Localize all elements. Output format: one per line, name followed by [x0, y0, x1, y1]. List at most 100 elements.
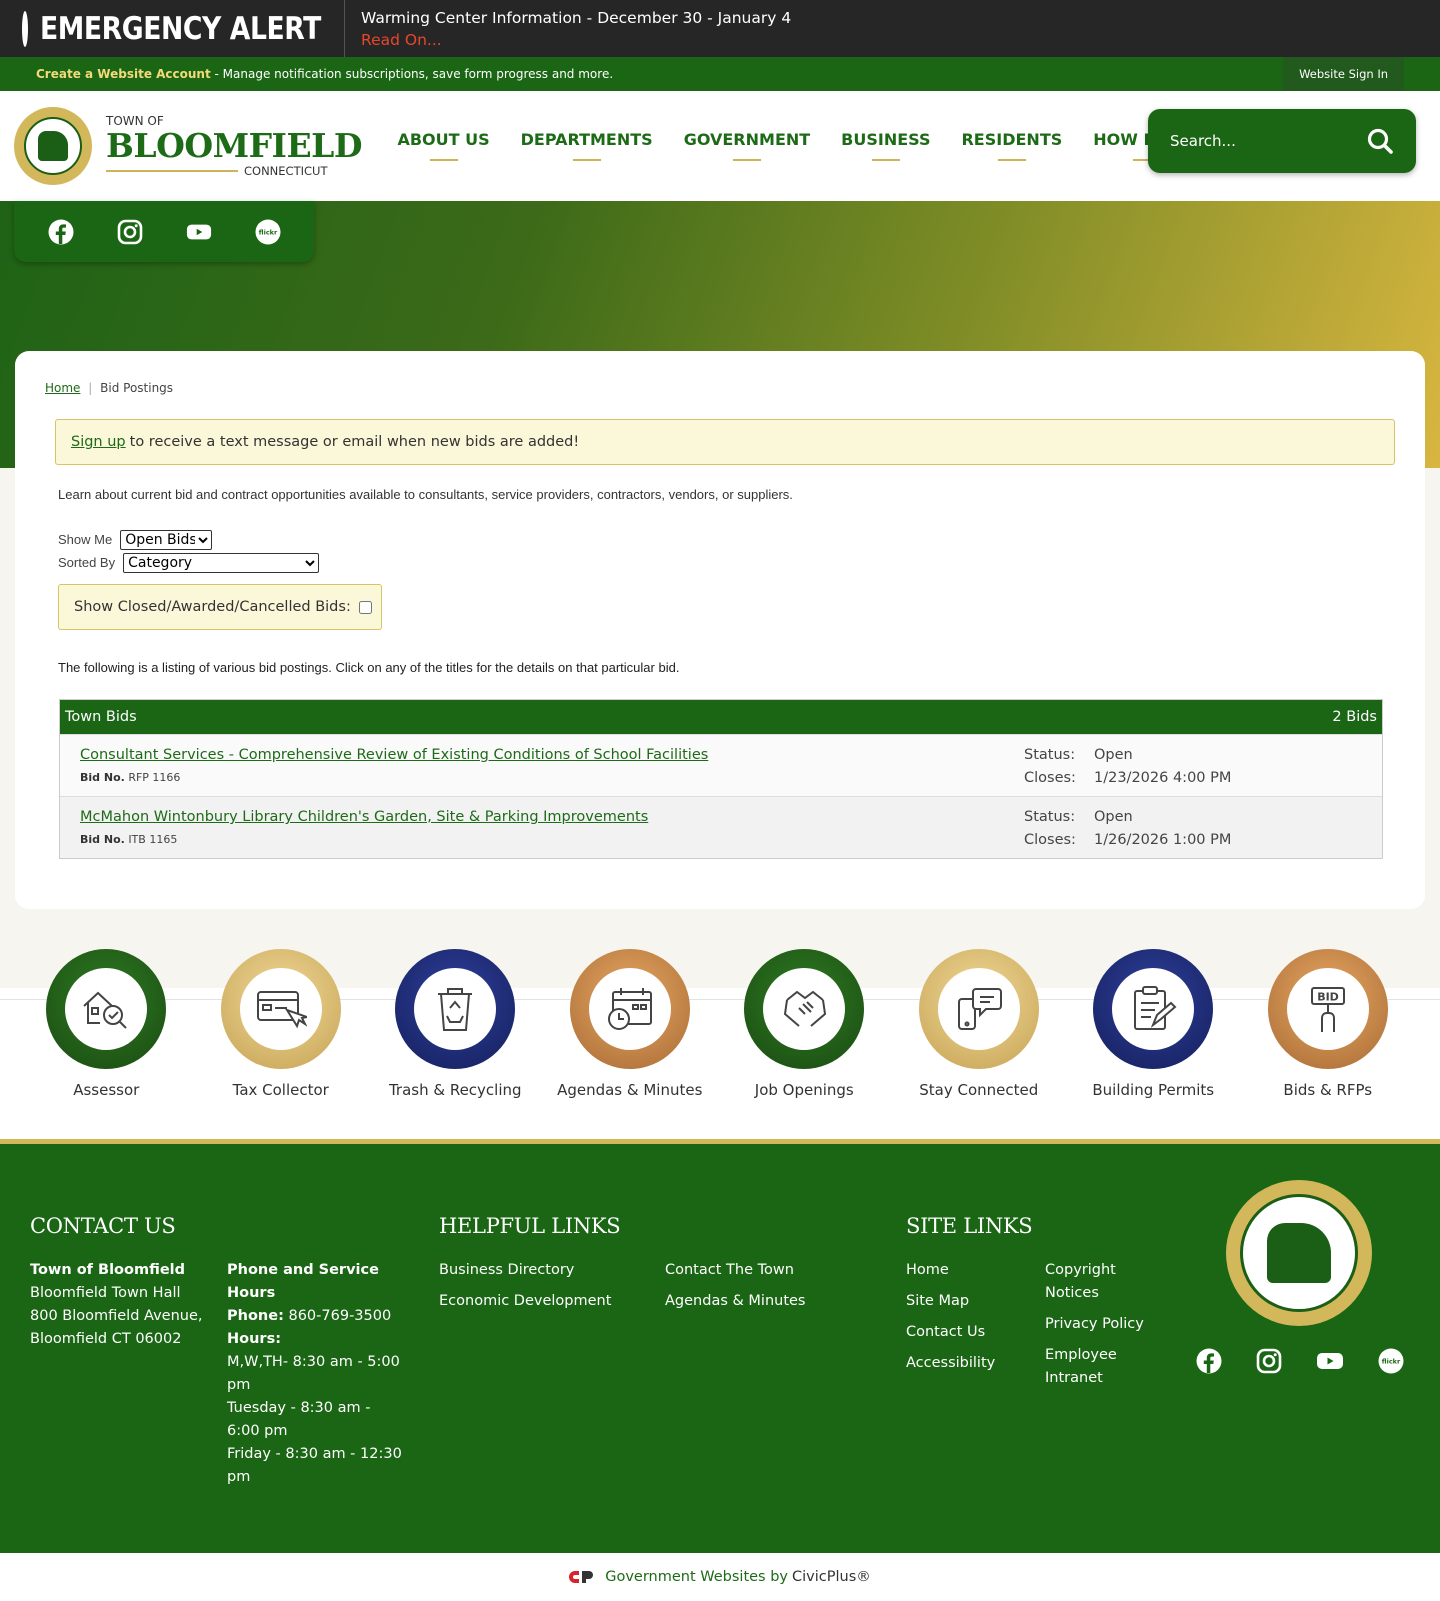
calendar-clock-icon — [607, 988, 652, 1030]
website-sign-in-button[interactable]: Website Sign In — [1283, 57, 1404, 91]
footer-link-employee-intranet[interactable]: Employee Intranet — [1045, 1344, 1155, 1390]
credit-brand[interactable]: CivicPlus® — [792, 1569, 871, 1585]
nav-residents[interactable]: RESIDENTS — [946, 130, 1078, 163]
handshake-icon — [784, 990, 827, 1027]
quick-link-job-openings[interactable]: Job Openings — [717, 949, 892, 1099]
bids-category-title: Town Bids — [65, 709, 137, 725]
footer-link-privacy-policy[interactable]: Privacy Policy — [1045, 1313, 1155, 1336]
footer-address-line: Bloomfield Town Hall — [30, 1285, 181, 1301]
footer-link-accessibility[interactable]: Accessibility — [906, 1352, 995, 1375]
quick-link-label: Building Permits — [1092, 1081, 1215, 1099]
footer-link-agendas-minutes[interactable]: Agendas & Minutes — [665, 1290, 805, 1313]
bid-no-label: Bid No. — [80, 771, 125, 784]
main-content-card: Home | Bid Postings Sign up to receive a… — [15, 351, 1425, 909]
quick-link-bids-rfps[interactable]: BID Bids & RFPs — [1241, 949, 1416, 1099]
sign-up-link[interactable]: Sign up — [71, 434, 126, 450]
footer-flickr-icon[interactable]: flickr — [1378, 1348, 1404, 1374]
quick-link-label: Assessor — [73, 1081, 140, 1099]
bid-number: ITB 1165 — [128, 833, 178, 846]
svg-text:BID: BID — [1317, 991, 1339, 1004]
sorted-by-select[interactable]: Category — [123, 552, 320, 573]
create-account-link[interactable]: Create a Website Account — [36, 67, 211, 81]
footer-address-line: Bloomfield CT 06002 — [30, 1331, 182, 1347]
footer-town-seal-icon — [1226, 1180, 1372, 1326]
footer-link-copyright-notices[interactable]: Copyright Notices — [1045, 1259, 1155, 1305]
quick-link-label: Agendas & Minutes — [557, 1081, 703, 1099]
footer-instagram-icon[interactable] — [1256, 1348, 1282, 1374]
main-nav: ABOUT US DEPARTMENTS GOVERNMENT BUSINESS… — [382, 130, 1216, 163]
footer-link-contact-us[interactable]: Contact Us — [906, 1321, 995, 1344]
site-logo[interactable]: TOWN OF BLOOMFIELD CONNECTICUT — [14, 107, 362, 185]
civicplus-logo-icon — [569, 1571, 594, 1583]
nav-departments[interactable]: DEPARTMENTS — [505, 130, 668, 163]
footer-phone[interactable]: 860-769-3500 — [288, 1308, 391, 1324]
show-me-select[interactable]: Open Bids — [120, 529, 213, 550]
facebook-icon[interactable] — [48, 219, 74, 245]
account-bar: Create a Website Account - Manage notifi… — [0, 57, 1440, 91]
signup-notice: Sign up to receive a text message or ema… — [55, 419, 1395, 465]
footer-phone-label: Phone: — [227, 1308, 284, 1324]
bid-closes-label: Closes: — [1024, 770, 1076, 786]
bid-status-label: Status: — [1024, 747, 1076, 763]
nav-government[interactable]: GOVERNMENT — [668, 130, 825, 163]
intro-text: Learn about current bid and contract opp… — [58, 487, 793, 502]
town-seal-icon — [14, 107, 92, 185]
account-description: - Manage notification subscriptions, sav… — [210, 67, 614, 81]
svg-text:flickr: flickr — [1382, 1358, 1401, 1366]
signup-text: to receive a text message or email when … — [129, 434, 580, 450]
bid-closes: 1/26/2026 1:00 PM — [1094, 832, 1232, 848]
footer-link-site-map[interactable]: Site Map — [906, 1290, 995, 1313]
footer-link-contact-the-town[interactable]: Contact The Town — [665, 1259, 805, 1282]
alert-title: EMERGENCY ALERT — [40, 10, 321, 47]
footer-link-economic-development[interactable]: Economic Development — [439, 1290, 611, 1313]
social-links: flickr — [14, 201, 314, 262]
footer-contact-heading: CONTACT US — [30, 1214, 176, 1238]
breadcrumb-home-link[interactable]: Home — [45, 381, 80, 395]
show-closed-checkbox[interactable] — [358, 600, 372, 614]
footer-link-business-directory[interactable]: Business Directory — [439, 1259, 611, 1282]
listing-note: The following is a listing of various bi… — [58, 660, 680, 675]
phone-chat-icon — [957, 988, 1002, 1030]
quick-link-label: Job Openings — [754, 1081, 854, 1099]
house-search-icon — [83, 991, 127, 1029]
footer-youtube-icon[interactable] — [1316, 1348, 1344, 1374]
bid-closes: 1/23/2026 4:00 PM — [1094, 770, 1232, 786]
alert-read-on-link[interactable]: Read On... — [361, 29, 791, 51]
bid-status-label: Status: — [1024, 809, 1076, 825]
footer-hours-label: Hours: — [227, 1331, 281, 1347]
nav-about-us[interactable]: ABOUT US — [382, 130, 505, 163]
footer-link-home[interactable]: Home — [906, 1259, 995, 1282]
show-me-label: Show Me — [58, 532, 113, 547]
instagram-icon[interactable] — [117, 219, 143, 245]
footer-contact-hours: Phone and Service Hours Phone: 860-769-3… — [227, 1259, 407, 1489]
site-header: TOWN OF BLOOMFIELD CONNECTICUT ABOUT US … — [0, 91, 1440, 201]
credit-text[interactable]: Government Websites by — [605, 1569, 788, 1585]
quick-link-stay-connected[interactable]: Stay Connected — [892, 949, 1067, 1099]
quick-link-label: Trash & Recycling — [388, 1081, 522, 1099]
footer-facebook-icon[interactable] — [1196, 1348, 1222, 1374]
quick-link-building-permits[interactable]: Building Permits — [1066, 949, 1241, 1099]
show-closed-bids-box: Show Closed/Awarded/Cancelled Bids: — [58, 584, 382, 630]
alert-message: Warming Center Information - December 30… — [361, 8, 792, 27]
bid-title-link[interactable]: Consultant Services - Comprehensive Revi… — [80, 747, 708, 763]
search-input[interactable] — [1170, 132, 1366, 150]
footer-org-name: Town of Bloomfield — [30, 1262, 185, 1278]
quick-link-agendas-minutes[interactable]: Agendas & Minutes — [543, 949, 718, 1099]
quick-link-tax-collector[interactable]: Tax Collector — [194, 949, 369, 1099]
civicplus-credit: Government Websites by CivicPlus® — [0, 1553, 1440, 1601]
recycle-bin-icon — [438, 988, 473, 1031]
quick-link-trash-recycling[interactable]: Trash & Recycling — [368, 949, 543, 1099]
show-closed-label: Show Closed/Awarded/Cancelled Bids: — [74, 599, 351, 615]
bid-sign-icon: BID — [1310, 987, 1345, 1032]
logo-name: BLOOMFIELD — [106, 126, 362, 165]
flickr-icon[interactable]: flickr — [255, 219, 281, 245]
search-icon[interactable] — [1366, 127, 1394, 155]
quick-link-assessor[interactable]: Assessor — [19, 949, 194, 1099]
footer-social-links: flickr — [1196, 1348, 1404, 1374]
youtube-icon[interactable] — [186, 219, 212, 245]
nav-business[interactable]: BUSINESS — [826, 130, 946, 163]
bid-row: McMahon Wintonbury Library Children's Ga… — [60, 796, 1382, 858]
bid-title-link[interactable]: McMahon Wintonbury Library Children's Ga… — [80, 809, 648, 825]
quick-links-section: Assessor Tax Collector Trash & Recycling… — [0, 909, 1440, 1139]
footer-address-line: 800 Bloomfield Avenue, — [30, 1308, 203, 1324]
